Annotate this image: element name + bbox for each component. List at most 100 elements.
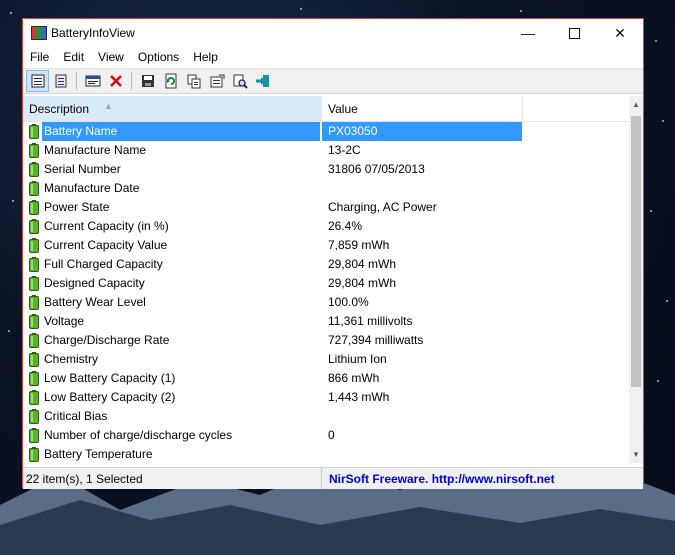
scroll-up-button[interactable]: ▲ [629, 96, 643, 113]
maximize-button[interactable] [551, 19, 597, 47]
battery-icon [29, 390, 39, 405]
battery-app-icon [31, 26, 47, 40]
value-cell: 100.0% [328, 295, 369, 309]
list-item[interactable]: Critical Bias [23, 407, 629, 426]
value-cell: 31806 07/05/2013 [328, 162, 425, 176]
description-cell: Battery Wear Level [44, 295, 146, 309]
battery-icon [29, 181, 39, 196]
description-cell: Serial Number [44, 162, 121, 176]
battery-log-button[interactable] [81, 70, 104, 92]
list-item[interactable]: Chemistry Lithium Ion [23, 350, 629, 369]
html-report-icon [55, 74, 66, 88]
copy-button[interactable] [182, 70, 205, 92]
description-cell: Current Capacity Value [44, 238, 168, 252]
list-item[interactable]: Battery Name PX03050 [23, 122, 629, 141]
properties-icon [210, 74, 224, 88]
save-button[interactable] [136, 70, 159, 92]
battery-icon [29, 371, 39, 386]
title-bar[interactable]: BatteryInfoView — ✕ [23, 19, 643, 47]
minimize-button[interactable]: — [505, 19, 551, 47]
nirsoft-link[interactable]: NirSoft Freeware. http://www.nirsoft.net [329, 472, 555, 486]
battery-icon [29, 409, 39, 424]
scroll-thumb[interactable] [631, 116, 641, 387]
list-header: Description ▲ Value [23, 96, 629, 122]
menu-help[interactable]: Help [186, 47, 225, 67]
list-item[interactable]: Power State Charging, AC Power [23, 198, 629, 217]
value-cell: 1,443 mWh [328, 390, 390, 404]
list-item[interactable]: Manufacture Name 13-2C [23, 141, 629, 160]
battery-icon [29, 238, 39, 253]
value-cell: 866 mWh [328, 371, 380, 385]
column-header-description[interactable]: Description ▲ [23, 96, 322, 121]
list-item[interactable]: Designed Capacity 29,804 mWh [23, 274, 629, 293]
properties-view-button[interactable] [26, 70, 49, 92]
description-cell: Low Battery Capacity (1) [44, 371, 176, 385]
value-cell: 29,804 mWh [328, 276, 397, 290]
scroll-up-icon: ▲ [632, 100, 640, 109]
value-cell [322, 445, 522, 463]
list-item[interactable]: Current Capacity Value 7,859 mWh [23, 236, 629, 255]
battery-icon [29, 276, 39, 291]
description-cell: Charge/Discharge Rate [44, 333, 170, 347]
list-item[interactable]: Battery Temperature [23, 445, 629, 463]
exit-icon [255, 75, 269, 87]
maximize-icon [568, 27, 580, 39]
value-cell: Lithium Ion [328, 352, 387, 366]
list-item[interactable]: Full Charged Capacity 29,804 mWh [23, 255, 629, 274]
value-cell: 26.4% [328, 219, 363, 233]
menu-options[interactable]: Options [131, 47, 186, 67]
close-icon: ✕ [614, 24, 626, 41]
list-item[interactable]: Battery Wear Level 100.0% [23, 293, 629, 312]
vertical-scrollbar[interactable]: ▲ ▼ [629, 96, 643, 463]
battery-icon [29, 200, 39, 215]
list-item[interactable]: Number of charge/discharge cycles 0 [23, 426, 629, 445]
window-title: BatteryInfoView [51, 26, 135, 40]
battery-icon [29, 219, 39, 234]
battery-icon [29, 295, 39, 310]
value-cell: 11,361 millivolts [328, 314, 413, 328]
description-cell: Low Battery Capacity (2) [44, 390, 176, 404]
properties-list[interactable]: Description ▲ Value Battery Name PX03050 M… [23, 96, 629, 463]
menu-view[interactable]: View [91, 47, 131, 67]
find-icon [233, 74, 248, 89]
description-cell: Manufacture Name [44, 143, 147, 157]
battery-icon [29, 352, 39, 367]
list-item[interactable]: Charge/Discharge Rate 727,394 milliwatts [23, 331, 629, 350]
menu-bar: File Edit View Options Help [23, 47, 643, 67]
menu-edit[interactable]: Edit [56, 47, 91, 67]
list-item[interactable]: Current Capacity (in %) 26.4% [23, 217, 629, 236]
list-item[interactable]: Low Battery Capacity (1) 866 mWh [23, 369, 629, 388]
properties-view-icon [31, 74, 44, 88]
list-rows: Battery Name PX03050 Manufacture Name 13-2C… [23, 122, 629, 463]
scroll-down-icon: ▼ [632, 450, 640, 459]
status-bar: 22 item(s), 1 Selected NirSoft Freeware.… [23, 467, 643, 489]
battery-icon [29, 124, 39, 139]
properties-button[interactable] [205, 70, 228, 92]
list-item[interactable]: Voltage 11,361 millivolts [23, 312, 629, 331]
value-cell: 7,859 mWh [328, 238, 390, 252]
scroll-down-button[interactable]: ▼ [629, 446, 643, 463]
description-cell: Critical Bias [44, 409, 108, 423]
battery-icon [29, 257, 39, 272]
delete-button[interactable] [104, 70, 127, 92]
refresh-button[interactable] [159, 70, 182, 92]
column-header-value-label: Value [328, 102, 358, 116]
find-button[interactable] [228, 70, 251, 92]
exit-button[interactable] [251, 70, 274, 92]
close-button[interactable]: ✕ [597, 19, 643, 47]
description-cell: Current Capacity (in %) [44, 219, 169, 233]
html-report-button[interactable] [49, 70, 72, 92]
battery-icon [29, 314, 39, 329]
list-item[interactable]: Manufacture Date [23, 179, 629, 198]
value-cell: 29,804 mWh [328, 257, 397, 271]
battery-icon [29, 333, 39, 348]
battery-icon [29, 143, 39, 158]
list-item[interactable]: Low Battery Capacity (2) 1,443 mWh [23, 388, 629, 407]
column-header-value[interactable]: Value [322, 96, 523, 121]
battery-icon [29, 162, 39, 177]
description-cell: Battery Temperature [44, 447, 153, 461]
value-cell [322, 407, 522, 426]
list-item[interactable]: Serial Number 31806 07/05/2013 [23, 160, 629, 179]
toolbar [23, 68, 643, 94]
menu-file[interactable]: File [23, 47, 56, 67]
